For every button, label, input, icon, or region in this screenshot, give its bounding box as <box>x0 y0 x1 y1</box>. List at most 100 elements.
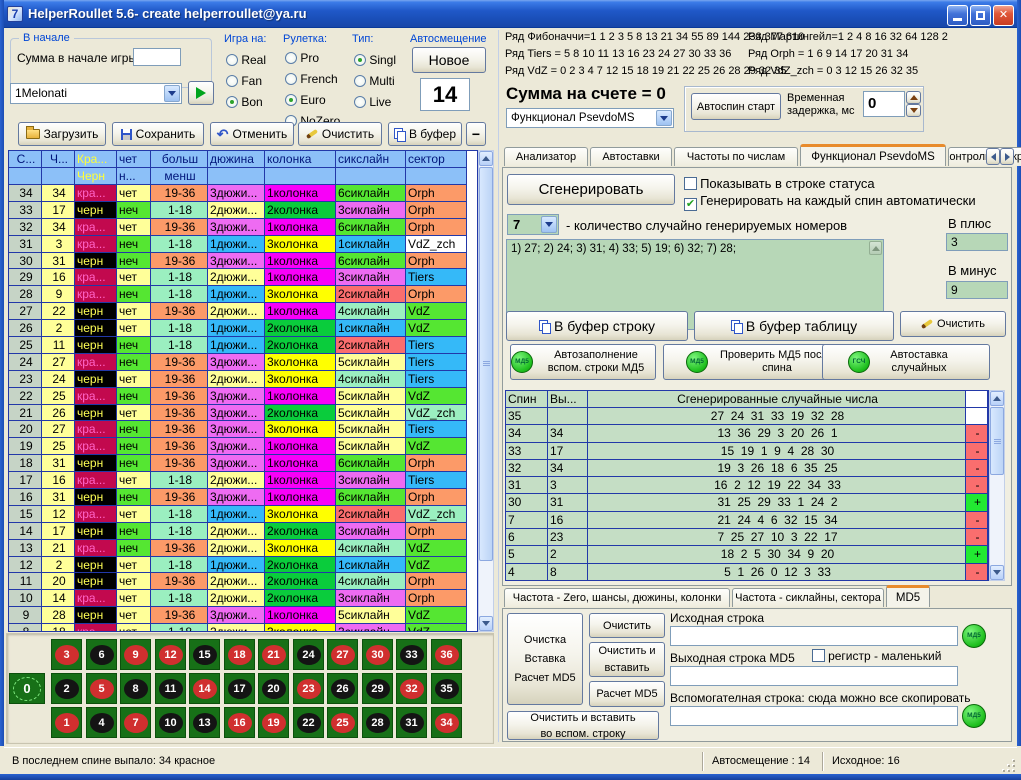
board-number-11[interactable]: 11 <box>155 673 186 704</box>
autobet-random-button[interactable]: ГСЧ Автоставка случайных <box>822 344 990 380</box>
board-number-8[interactable]: 8 <box>120 673 151 704</box>
checkbox-icon[interactable] <box>684 177 697 190</box>
board-number-28[interactable]: 28 <box>362 707 393 738</box>
radio-icon[interactable] <box>226 96 238 108</box>
radio-icon[interactable] <box>354 96 366 108</box>
chevron-down-icon[interactable] <box>541 216 557 233</box>
history-scrollbar[interactable] <box>478 150 494 632</box>
board-number-31[interactable]: 31 <box>396 707 427 738</box>
minus-value-field[interactable]: 9 <box>946 281 1008 299</box>
radio-game-bon[interactable]: Bon <box>226 95 266 109</box>
aux-string-input[interactable] <box>670 706 958 726</box>
radio-icon[interactable] <box>285 73 297 85</box>
board-number-33[interactable]: 33 <box>396 639 427 670</box>
checkbox-generate-auto[interactable]: ✔ Генерировать на каждый спин автоматиче… <box>684 193 976 211</box>
source-string-input[interactable] <box>670 626 958 646</box>
start-sum-input[interactable] <box>133 48 181 66</box>
checkbox-icon[interactable] <box>812 649 825 662</box>
board-number-1[interactable]: 1 <box>51 707 82 738</box>
board-number-10[interactable]: 10 <box>155 707 186 738</box>
scroll-up-icon[interactable] <box>479 151 493 166</box>
radio-icon[interactable] <box>285 52 297 64</box>
chevron-down-icon[interactable] <box>164 85 180 102</box>
scroll-down-icon[interactable] <box>990 565 1004 580</box>
radio-type-live[interactable]: Live <box>354 95 396 109</box>
board-number-15[interactable]: 15 <box>189 639 220 670</box>
radio-roulette-pro[interactable]: Pro <box>285 51 340 65</box>
board-number-9[interactable]: 9 <box>120 639 151 670</box>
resize-grip[interactable] <box>1002 759 1015 772</box>
history-scrollbar-thumb[interactable] <box>479 167 493 561</box>
spin-scrollbar-thumb[interactable] <box>990 407 1004 475</box>
board-number-13[interactable]: 13 <box>189 707 220 738</box>
board-number-2[interactable]: 2 <box>51 673 82 704</box>
board-number-0[interactable]: 0 <box>9 673 45 704</box>
clear-generated-button[interactable]: Очистить <box>900 311 1006 337</box>
tab-scroll-right-icon[interactable] <box>1000 148 1014 165</box>
board-number-27[interactable]: 27 <box>327 639 358 670</box>
radio-icon[interactable] <box>285 94 297 106</box>
tab-автоставки[interactable]: Автоставки <box>590 147 672 166</box>
copy-table-button[interactable]: В буфер таблицу <box>694 311 894 341</box>
board-number-19[interactable]: 19 <box>258 707 289 738</box>
board-number-16[interactable]: 16 <box>224 707 255 738</box>
radio-type-multi[interactable]: Multi <box>354 74 396 88</box>
tab-частоты-по-числам[interactable]: Частоты по числам <box>674 147 798 166</box>
board-number-18[interactable]: 18 <box>224 639 255 670</box>
board-number-29[interactable]: 29 <box>362 673 393 704</box>
checkbox-lowercase[interactable]: регистр - маленький <box>812 649 941 663</box>
md5-calc-source-button[interactable]: МД5 <box>962 624 986 648</box>
board-number-32[interactable]: 32 <box>396 673 427 704</box>
chevron-down-icon[interactable] <box>656 110 672 126</box>
minimize-button[interactable] <box>947 5 968 26</box>
md5-calc-aux-button[interactable]: МД5 <box>962 704 986 728</box>
checkbox-show-status[interactable]: Показывать в строке статуса <box>684 176 875 191</box>
output-string-input[interactable] <box>670 666 958 686</box>
radio-type-singl[interactable]: Singl <box>354 53 396 67</box>
toolbar-button-folder-open-icon[interactable]: Загрузить <box>18 122 106 146</box>
spin-table-scrollbar[interactable] <box>989 390 1005 581</box>
toolbar-button-collapse[interactable]: − <box>466 122 486 146</box>
tab-функционал-psevdoms[interactable]: Функционал PsevdoMS <box>800 144 946 166</box>
board-number-6[interactable]: 6 <box>86 639 117 670</box>
mode-combobox[interactable]: Функционал PsevdoMS <box>506 108 674 128</box>
board-number-36[interactable]: 36 <box>431 639 462 670</box>
generate-button[interactable]: Сгенерировать <box>507 174 675 205</box>
count-combobox[interactable]: 7 <box>507 214 559 235</box>
board-number-30[interactable]: 30 <box>362 639 393 670</box>
md5-calc-button[interactable]: Расчет MD5 <box>589 681 665 707</box>
clear-paste-aux-button[interactable]: Очистить и вставитьво вспом. строку <box>507 711 659 740</box>
board-number-35[interactable]: 35 <box>431 673 462 704</box>
autospin-start-button[interactable]: Автоспин старт <box>691 93 781 120</box>
checkbox-icon[interactable]: ✔ <box>684 198 697 211</box>
md5-clear-paste-button[interactable]: Очистить ивставить <box>589 642 665 677</box>
board-number-21[interactable]: 21 <box>258 639 289 670</box>
radio-icon[interactable] <box>354 75 366 87</box>
tab-частота-zero-шансы-дюжины-колонки[interactable]: Частота - Zero, шансы, дюжины, колонки <box>504 588 730 607</box>
delay-spin-down[interactable] <box>906 104 921 117</box>
tab-частота-сиклайны-сектора[interactable]: Частота - сиклайны, сектора <box>732 588 884 607</box>
md5-clear-button[interactable]: Очистить <box>589 613 665 638</box>
toolbar-button-undo-icon[interactable]: ↶Отменить <box>210 122 294 146</box>
autofill-md5-button[interactable]: МД5 Автозаполнение вспом. строки МД5 <box>510 344 656 380</box>
delay-input[interactable]: 0 <box>863 91 905 117</box>
close-button[interactable]: ✕ <box>993 5 1014 26</box>
board-number-26[interactable]: 26 <box>327 673 358 704</box>
delay-spin-up[interactable] <box>906 91 921 104</box>
radio-icon[interactable] <box>226 75 238 87</box>
md5-big-button[interactable]: ОчисткаВставкаРасчет MD5 <box>507 613 583 705</box>
board-number-5[interactable]: 5 <box>86 673 117 704</box>
scroll-up-icon[interactable] <box>990 391 1004 406</box>
board-number-20[interactable]: 20 <box>258 673 289 704</box>
copy-row-button[interactable]: В буфер строку <box>506 311 688 341</box>
new-button[interactable]: Новое <box>412 47 486 73</box>
plus-value-field[interactable]: 3 <box>946 233 1008 251</box>
board-number-7[interactable]: 7 <box>120 707 151 738</box>
tab-md5[interactable]: MD5 <box>886 585 930 607</box>
radio-icon[interactable] <box>354 54 366 66</box>
tab-анализатор[interactable]: Анализатор <box>504 147 588 166</box>
scroll-down-icon[interactable] <box>479 616 493 631</box>
board-number-12[interactable]: 12 <box>155 639 186 670</box>
toolbar-button-save-icon[interactable]: Сохранить <box>112 122 204 146</box>
tab-scroll-left-icon[interactable] <box>986 148 1000 165</box>
